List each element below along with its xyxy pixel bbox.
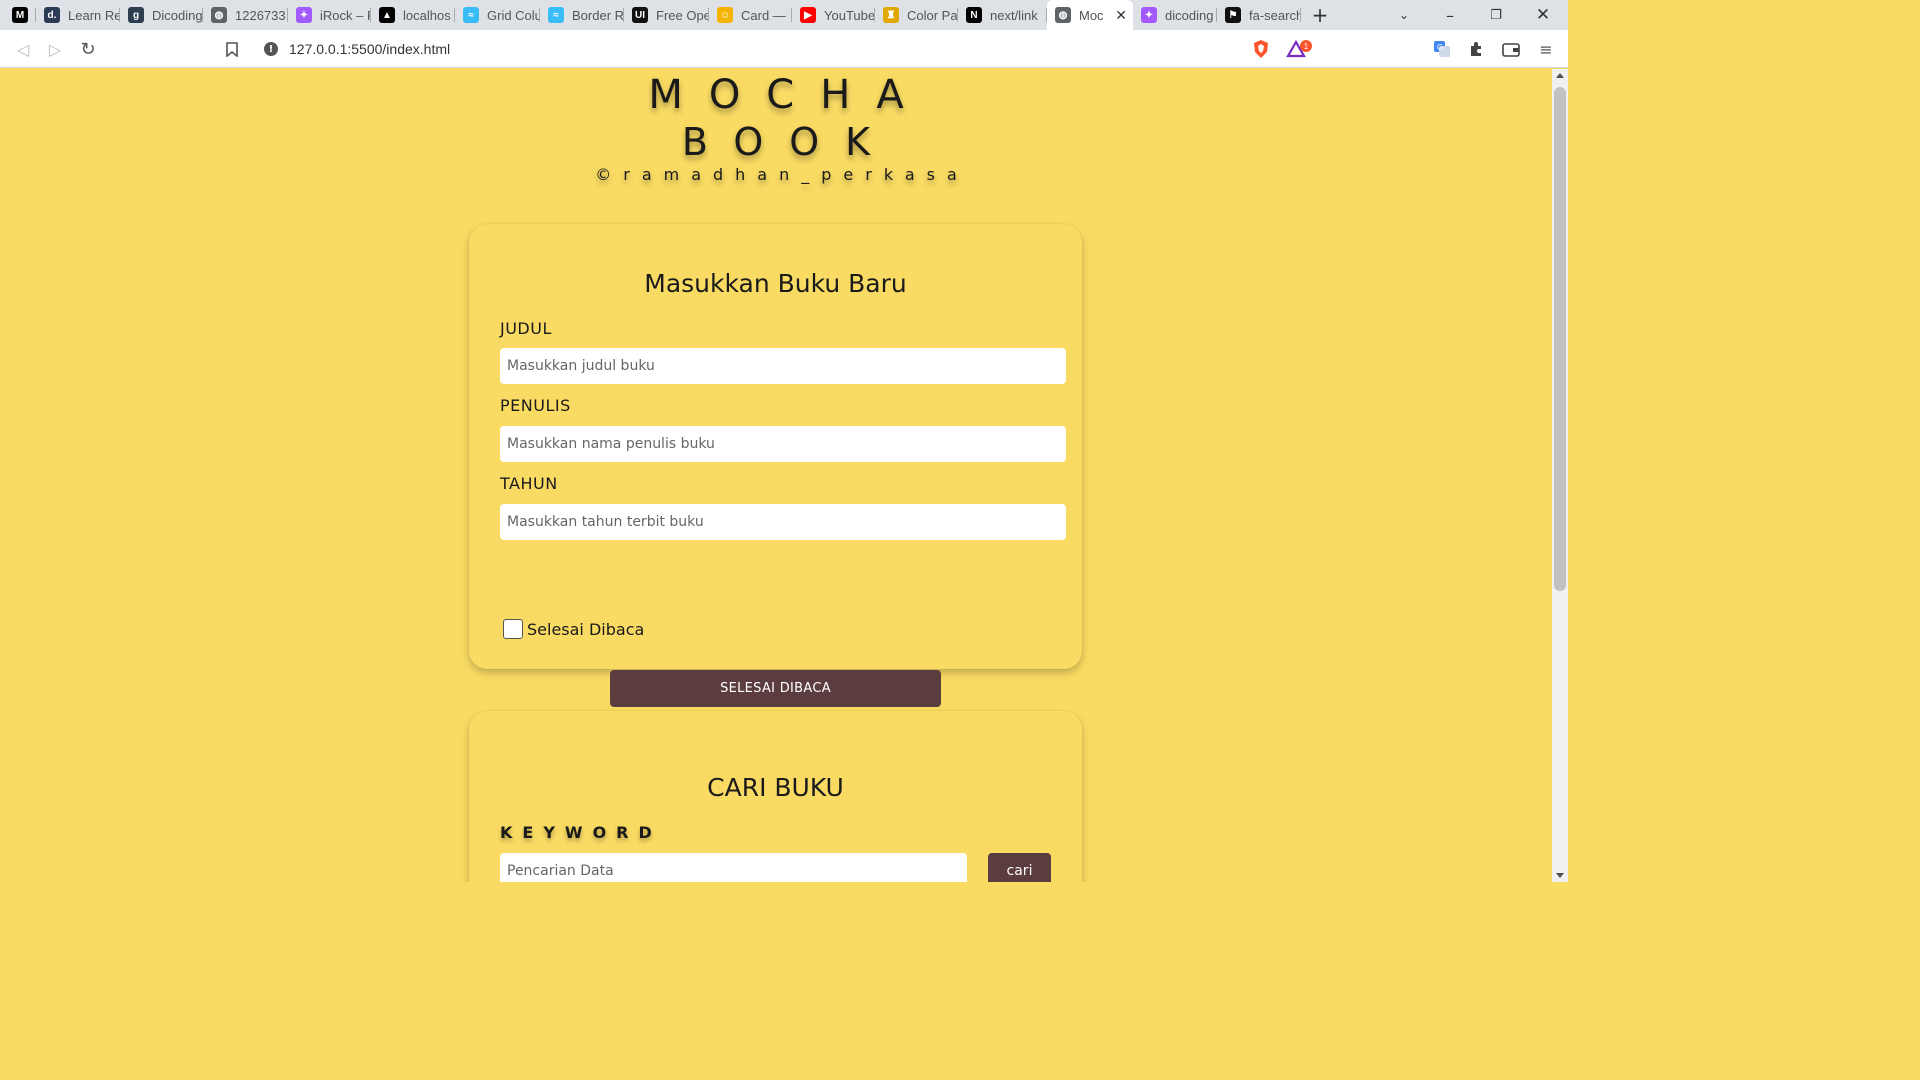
brave-shields-icon[interactable] [1250,38,1272,60]
tab-title: YouTube [824,7,875,23]
minimize-window-button[interactable]: – [1440,0,1460,30]
browser-tab[interactable]: ◍ 1226733 [203,0,288,30]
finished-reading-checkbox[interactable] [503,619,523,639]
wallet-icon[interactable] [1500,38,1522,60]
menu-icon[interactable]: ≡ [1535,38,1557,60]
close-tab-icon[interactable]: ✕ [1115,7,1127,24]
bookmark-icon[interactable] [221,38,243,60]
tab-favicon-icon: d. [44,7,60,23]
search-input[interactable] [500,853,967,882]
tab-favicon-icon: M [12,7,28,23]
browser-tab[interactable]: ▲ localhos [371,0,455,30]
url-text: 127.0.0.1:5500/index.html [289,41,451,57]
brand-credit: ©ramadhan_perkasa [595,165,969,184]
tab-favicon-icon: ▲ [379,7,395,23]
tab-favicon-icon: ◍ [1055,7,1071,23]
keyword-label: KEYWORD [500,823,662,842]
tab-title: Grid Colu [487,7,540,23]
author-input[interactable] [500,426,1066,462]
tab-favicon-icon: UI [632,7,648,23]
browser-tab[interactable]: M [4,0,36,30]
reload-icon[interactable]: ↻ [77,38,99,60]
restore-window-button[interactable]: ❐ [1486,0,1506,30]
year-input[interactable] [500,504,1066,540]
browser-tab-strip: + ⌄ – ❐ ✕ Md. Learn Re g Dicoding ◍ 1226733 ✦ i… [0,0,1568,30]
browser-tab[interactable]: ⚑ fa-search [1217,0,1301,30]
browser-tab[interactable]: ♜ Color Pa [875,0,958,30]
add-book-title: Masukkan Buku Baru [644,269,907,298]
browser-tab[interactable]: ◍ Moc ✕ [1047,0,1133,30]
tab-title: Learn Re [68,7,120,23]
browser-tab[interactable]: ≈ Grid Colu [455,0,540,30]
browser-tab[interactable]: ✦ dicoding [1133,0,1217,30]
browser-toolbar: ◁ ▷ ↻ ! 127.0.0.1:5500/index.html 1 G ≡ [0,30,1568,68]
browser-tab[interactable]: ≈ Border R [540,0,624,30]
tab-favicon-icon: g [128,7,144,23]
brand-title-line1: MOCHA [648,72,930,118]
search-button[interactable]: cari [988,853,1051,882]
browser-tab[interactable]: UI Free Ope [624,0,709,30]
browser-tab[interactable]: d. Learn Re [36,0,120,30]
year-label: TAHUN [500,474,558,493]
author-label: PENULIS [500,396,571,415]
svg-text:G: G [1437,43,1443,52]
tab-title: fa-search [1249,7,1301,23]
rewards-badge: 1 [1300,40,1312,52]
tab-favicon-icon: ▶ [800,7,816,23]
tab-title: next/link [990,7,1038,23]
tab-favicon-icon: ≈ [463,7,479,23]
title-label: JUDUL [500,319,552,338]
tab-title: 1226733 [235,7,286,23]
tab-title: Color Pa [907,7,958,23]
tab-title: Dicoding [152,7,203,23]
page-scrollbar[interactable] [1552,69,1568,882]
brand-title-line2: BOOK [681,120,897,164]
forward-icon[interactable]: ▷ [44,38,66,60]
tab-title: localhos [403,7,451,23]
scroll-thumb[interactable] [1554,87,1566,591]
tab-favicon-icon: ✦ [1141,7,1157,23]
tab-favicon-icon: ⚑ [1225,7,1241,23]
tab-title: Free Ope [656,7,709,23]
browser-tab[interactable]: g Dicoding [120,0,203,30]
address-bar[interactable]: ! 127.0.0.1:5500/index.html [254,34,1314,64]
page-viewport: MOCHA BOOK ©ramadhan_perkasa Masukkan Bu… [0,69,1552,882]
tab-title: Moc [1079,7,1104,23]
submit-book-button[interactable]: SELESAI DIBACA [610,670,941,707]
tab-favicon-icon: ≈ [548,7,564,23]
browser-tab[interactable]: ✦ iRock – F [288,0,371,30]
tab-favicon-icon: ✦ [296,7,312,23]
tab-title: dicoding [1165,7,1214,23]
browser-tab[interactable]: ▶ YouTube [792,0,875,30]
browser-tab[interactable]: Nnext/link [958,0,1047,30]
tab-favicon-icon: N [966,7,982,23]
tab-favicon-icon: ♜ [883,7,899,23]
extensions-icon[interactable] [1465,38,1487,60]
close-window-button[interactable]: ✕ [1533,0,1553,30]
search-book-card: CARI BUKU KEYWORD cari [469,711,1082,882]
search-title: CARI BUKU [707,773,844,802]
finished-reading-row: Selesai Dibaca [503,619,644,639]
scroll-down-arrow-icon[interactable] [1556,873,1564,878]
browser-tab[interactable]: ☺ Card — [709,0,792,30]
tab-favicon-icon: ◍ [211,7,227,23]
scroll-up-arrow-icon[interactable] [1556,73,1564,78]
title-input[interactable] [500,348,1066,384]
new-tab-button[interactable]: + [1308,0,1332,30]
tab-title: iRock – F [320,7,371,23]
tab-favicon-icon: ☺ [717,7,733,23]
tab-title: Card — [741,7,786,23]
tab-search-icon[interactable]: ⌄ [1394,0,1414,30]
add-book-card: Masukkan Buku Baru JUDUL PENULIS TAHUN S… [469,224,1082,707]
translate-icon[interactable]: G [1431,38,1453,60]
tab-title: Border R [572,7,624,23]
site-info-icon[interactable]: ! [264,42,278,56]
finished-reading-label[interactable]: Selesai Dibaca [527,620,644,639]
back-icon[interactable]: ◁ [12,38,34,60]
